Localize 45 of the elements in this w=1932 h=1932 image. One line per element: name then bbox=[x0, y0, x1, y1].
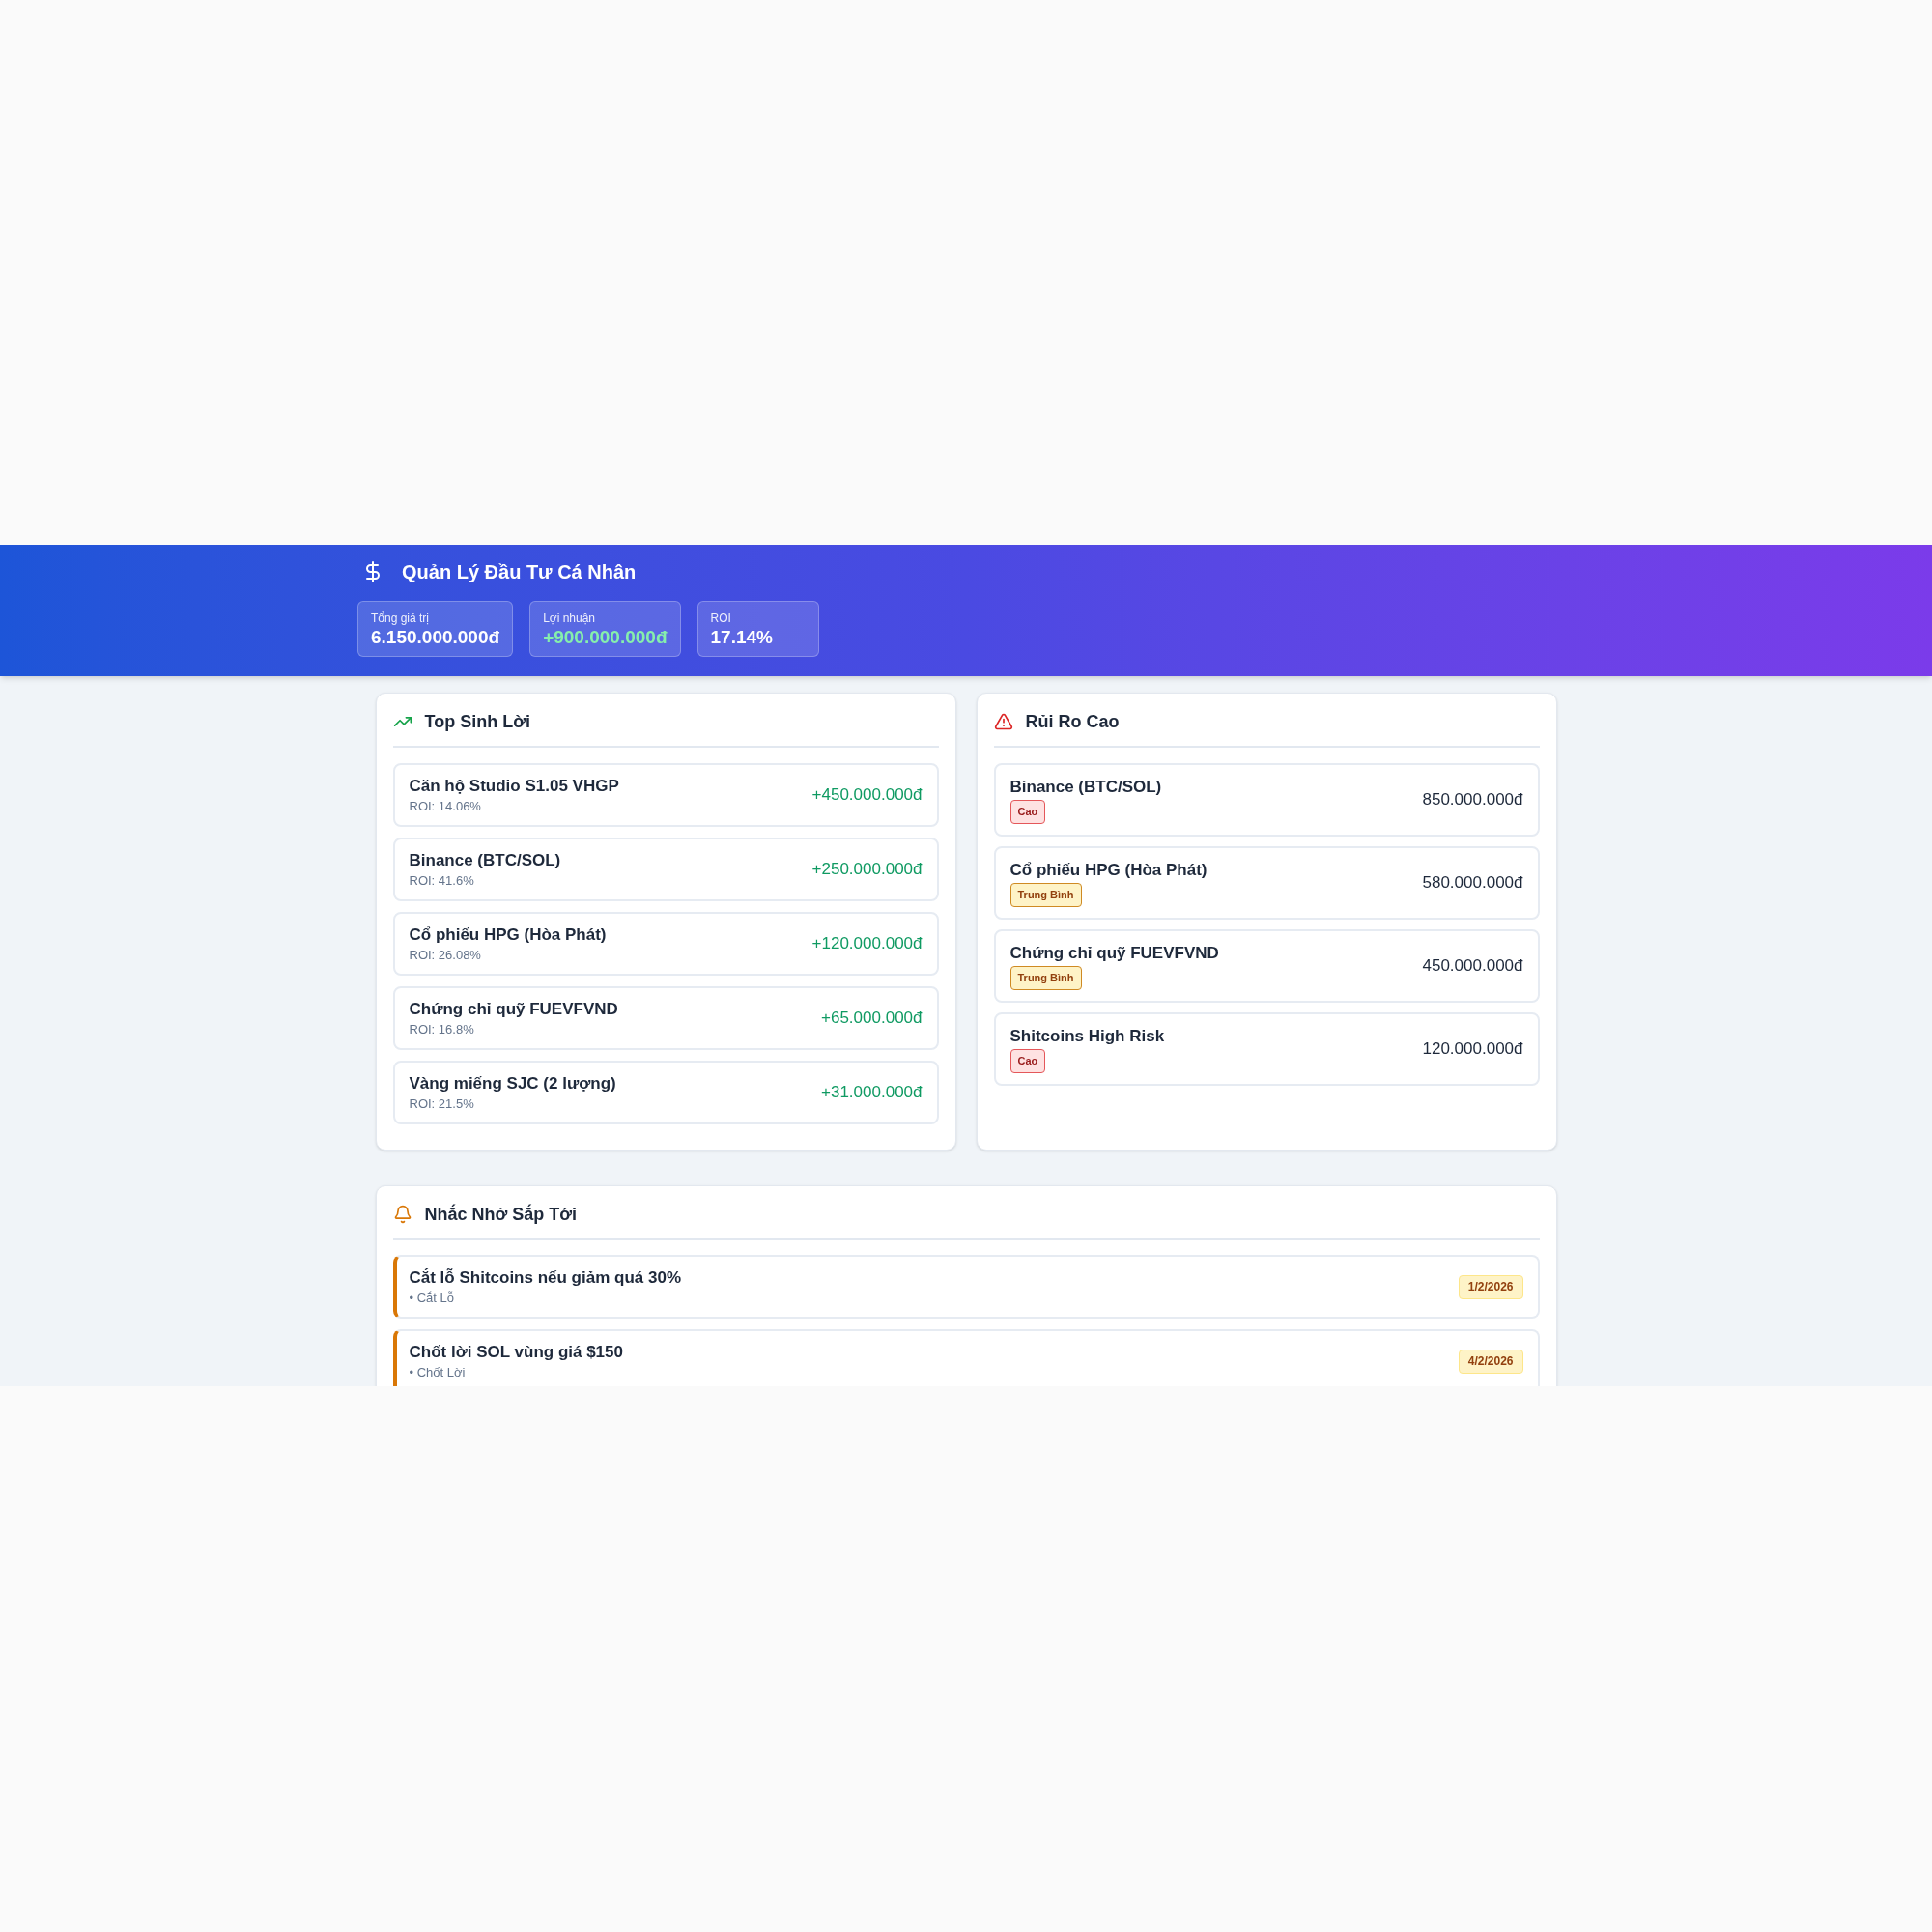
app-title: Quản Lý Đầu Tư Cá Nhân bbox=[402, 560, 637, 584]
roi-text: ROI: 21.5% bbox=[409, 1096, 475, 1112]
stat-value: 17.14% bbox=[710, 626, 774, 649]
roi-text: ROI: 14.06% bbox=[409, 799, 482, 814]
investment-name: Shitcoins High Risk bbox=[1009, 1025, 1165, 1047]
section-title: Rủi Ro Cao bbox=[1025, 711, 1120, 733]
section-title: Top Sinh Lời bbox=[424, 711, 530, 733]
investment-value: 450.000.000đ bbox=[1422, 955, 1523, 977]
investment-name: Binance (BTC/SOL) bbox=[409, 850, 561, 871]
warning-icon bbox=[993, 712, 1013, 731]
reminder-category: • Cắt Lỗ bbox=[409, 1291, 455, 1306]
investment-name: Cổ phiếu HPG (Hòa Phát) bbox=[409, 924, 607, 946]
stat-label: Lợi nhuận bbox=[543, 611, 597, 626]
investment-value: 120.000.000đ bbox=[1422, 1038, 1523, 1060]
section-title: Nhắc Nhở Sắp Tới bbox=[424, 1203, 578, 1226]
investment-value: 580.000.000đ bbox=[1422, 872, 1523, 894]
risk-badge: Trung Bình bbox=[1009, 882, 1082, 907]
profit-value: +31.000.000đ bbox=[821, 1082, 923, 1103]
investment-name: Cổ phiếu HPG (Hòa Phát) bbox=[1009, 859, 1208, 881]
date-badge: 1/2/2026 bbox=[1458, 1274, 1523, 1299]
stat-label: Tổng giá trị bbox=[371, 611, 431, 626]
bell-icon bbox=[392, 1205, 412, 1224]
roi-text: ROI: 41.6% bbox=[409, 873, 475, 889]
investment-name: Chứng chỉ quỹ FUEVFVND bbox=[1009, 942, 1219, 964]
investment-value: 850.000.000đ bbox=[1422, 789, 1523, 810]
reminder-title: Chốt lời SOL vùng giá $150 bbox=[409, 1342, 623, 1363]
investment-name: Vàng miếng SJC (2 lượng) bbox=[409, 1073, 616, 1094]
investment-name: Binance (BTC/SOL) bbox=[1009, 776, 1162, 798]
reminder-category: • Chốt Lời bbox=[409, 1365, 467, 1380]
reminder-title: Cắt lỗ Shitcoins nếu giảm quá 30% bbox=[409, 1267, 681, 1289]
stat-value: 6.150.000.000đ bbox=[371, 626, 500, 649]
profit-value: +120.000.000đ bbox=[811, 933, 923, 954]
stat-label: ROI bbox=[710, 611, 732, 626]
profit-value: +450.000.000đ bbox=[811, 784, 923, 806]
date-badge: 4/2/2026 bbox=[1458, 1349, 1523, 1374]
roi-text: ROI: 16.8% bbox=[409, 1022, 475, 1037]
roi-text: ROI: 26.08% bbox=[409, 948, 482, 963]
profit-value: +250.000.000đ bbox=[811, 859, 923, 880]
risk-badge: Cao bbox=[1009, 1048, 1046, 1073]
risk-badge: Trung Bình bbox=[1009, 965, 1082, 990]
investment-name: Căn hộ Studio S1.05 VHGP bbox=[409, 776, 619, 797]
profit-value: +65.000.000đ bbox=[821, 1008, 923, 1029]
stat-value: +900.000.000đ bbox=[543, 626, 668, 649]
risk-badge: Cao bbox=[1009, 799, 1046, 824]
investment-name: Chứng chỉ quỹ FUEVFVND bbox=[409, 999, 618, 1020]
